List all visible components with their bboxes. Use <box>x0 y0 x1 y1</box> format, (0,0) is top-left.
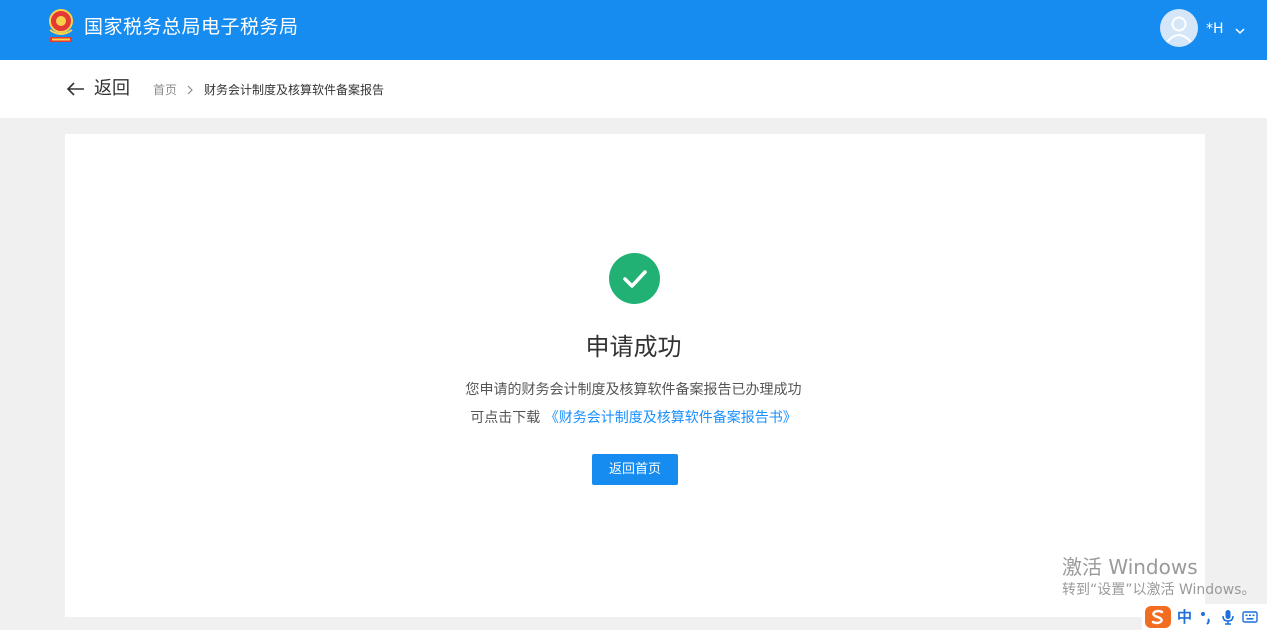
download-prefix: 可点击下载 <box>470 410 541 426</box>
chevron-right-icon <box>187 85 193 95</box>
breadcrumb: 首页 财务会计制度及核算软件备案报告 <box>153 82 384 98</box>
activation-watermark-title: 激活 Windows <box>1062 555 1198 579</box>
ime-language-toggle[interactable]: 中 <box>1177 608 1192 626</box>
arrow-left-icon <box>66 82 84 96</box>
sogou-s-icon[interactable] <box>1144 605 1172 629</box>
site-title: 国家税务总局电子税务局 <box>84 16 299 38</box>
result-card <box>65 134 1205 617</box>
back-button[interactable]: 返回 <box>66 78 130 100</box>
result-message: 您申请的财务会计制度及核算软件备案报告已办理成功 <box>465 382 802 398</box>
top-header: 国家税务总局电子税务局 *H <box>0 0 1267 60</box>
back-label: 返回 <box>94 78 130 99</box>
breadcrumb-current: 财务会计制度及核算软件备案报告 <box>204 83 385 97</box>
tax-emblem-icon[interactable] <box>44 6 78 46</box>
activation-watermark-subtitle: 转到“设置”以激活 Windows。 <box>1062 582 1256 598</box>
return-home-button[interactable]: 返回首页 <box>592 454 678 485</box>
breadcrumb-home-link[interactable]: 首页 <box>153 82 177 98</box>
chevron-down-icon[interactable] <box>1234 22 1246 35</box>
punctuation-icon[interactable] <box>1198 609 1214 625</box>
download-report-link[interactable]: 《财务会计制度及核算软件备案报告书》 <box>545 410 797 426</box>
download-line: 可点击下载 《财务会计制度及核算软件备案报告书》 <box>0 408 1267 428</box>
microphone-icon[interactable] <box>1220 609 1236 625</box>
user-name[interactable]: *H <box>1206 20 1224 38</box>
result-title: 申请成功 <box>585 333 682 361</box>
keyboard-icon[interactable] <box>1242 609 1258 625</box>
ime-toolbar: 中 <box>1142 604 1267 630</box>
navigation-bar: 返回 首页 财务会计制度及核算软件备案报告 <box>0 60 1267 118</box>
success-check-icon <box>609 253 660 304</box>
user-avatar-icon[interactable] <box>1160 9 1198 47</box>
